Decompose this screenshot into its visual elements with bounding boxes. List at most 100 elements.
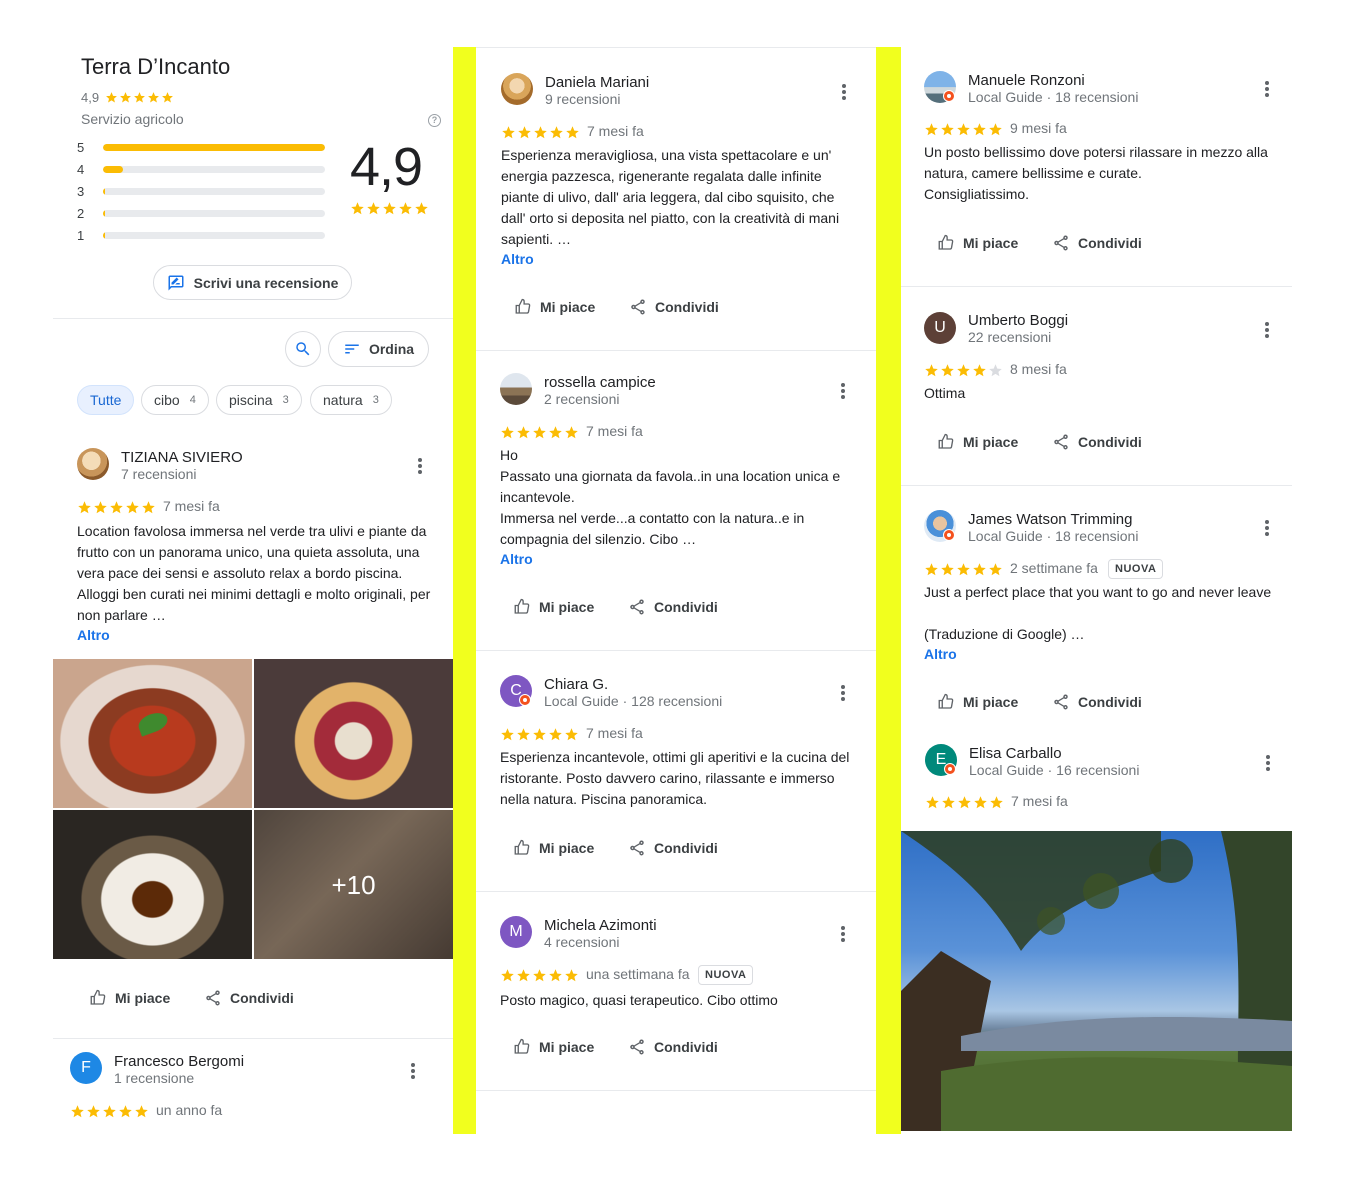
place-rating: 4,9 [81, 90, 100, 105]
share-button[interactable]: Condividi [204, 989, 294, 1007]
more-options-icon[interactable] [418, 458, 422, 474]
like-button[interactable]: Mi piace [89, 989, 170, 1007]
more-options-icon[interactable] [1265, 81, 1269, 97]
review-card: E Elisa Carballo Local Guide · 16 recens… [901, 731, 1292, 1134]
share-button[interactable]: Condividi [1052, 433, 1142, 451]
like-button[interactable]: Mi piace [937, 433, 1018, 451]
star-filled-icon [565, 728, 578, 741]
like-button[interactable]: Mi piace [937, 234, 1018, 252]
filter-chip-piscina[interactable]: piscina 3 [216, 385, 302, 415]
star-filled-icon [926, 796, 939, 809]
review-text: Location favolosa immersa nel verde tra … [77, 523, 431, 623]
review-card: rossella campice 2 recensioni 7 mesi fa … [476, 351, 876, 651]
share-button[interactable]: Condividi [1052, 234, 1142, 252]
review-text: Un posto bellissimo dove potersi rilassa… [924, 144, 1268, 202]
more-options-icon[interactable] [1266, 755, 1270, 771]
like-button[interactable]: Mi piace [514, 298, 595, 316]
review-date: 7 mesi fa [1011, 793, 1068, 809]
like-button[interactable]: Mi piace [513, 598, 594, 616]
histogram-label: 3 [77, 184, 85, 199]
reviewer-name[interactable]: James Watson Trimming [968, 511, 1132, 528]
reviewer-avatar[interactable] [500, 373, 532, 405]
like-label: Mi piace [963, 235, 1019, 251]
star-filled-icon [533, 969, 546, 982]
place-title: Terra D’Incanto [81, 54, 231, 79]
histogram-label: 5 [77, 140, 85, 155]
share-button[interactable]: Condividi [629, 298, 719, 316]
share-label: Condividi [654, 1039, 718, 1055]
rating-big: 4,9 [350, 137, 423, 197]
reviewer-name[interactable]: Elisa Carballo [969, 745, 1062, 762]
filter-chip-count: 3 [282, 394, 289, 406]
write-review-icon [168, 275, 184, 290]
review-photo[interactable] [901, 831, 1292, 1131]
review-photo[interactable]: +10 [254, 810, 453, 959]
reviewer-name[interactable]: Manuele Ronzoni [968, 72, 1085, 89]
reviews-panel-right: Manuele Ronzoni Local Guide · 18 recensi… [901, 47, 1292, 1134]
reviewer-name[interactable]: Michela Azimonti [544, 917, 657, 934]
like-label: Mi piace [963, 434, 1019, 450]
star-filled-icon [957, 563, 970, 576]
reviewer-review-count: Local Guide · 128 recensioni [544, 693, 723, 709]
like-button[interactable]: Mi piace [513, 839, 594, 857]
reviewer-avatar[interactable]: M [500, 916, 532, 948]
more-options-icon[interactable] [842, 84, 846, 100]
review-photo[interactable] [53, 659, 252, 808]
review-text: Ottima [924, 385, 966, 401]
help-icon[interactable]: ? [428, 114, 441, 127]
filter-chip-tutte[interactable]: Tutte [77, 385, 135, 415]
review-stars [925, 795, 1004, 810]
more-options-icon[interactable] [411, 1063, 415, 1079]
review-photo[interactable] [254, 659, 453, 808]
reviewer-name[interactable]: Umberto Boggi [968, 312, 1068, 329]
histogram-row[interactable]: 4 [77, 162, 325, 177]
star-filled-icon [518, 126, 531, 139]
share-button[interactable]: Condividi [628, 598, 718, 616]
star-filled-icon [549, 426, 562, 439]
read-more-link[interactable]: Altro [500, 551, 533, 567]
sort-button[interactable]: Ordina [328, 331, 429, 367]
share-button[interactable]: Condividi [1052, 693, 1142, 711]
reviewer-name[interactable]: Francesco Bergomi [114, 1053, 244, 1070]
share-icon [631, 299, 645, 315]
reviewer-name[interactable]: TIZIANA SIVIERO [121, 449, 243, 466]
reviewer-avatar[interactable] [501, 73, 533, 105]
reviewer-avatar[interactable]: F [70, 1052, 102, 1084]
read-more-link[interactable]: Altro [501, 251, 534, 267]
review-photo[interactable] [53, 810, 252, 959]
place-category: Servizio agricolo [81, 111, 184, 127]
search-reviews-button[interactable] [285, 331, 321, 367]
read-more-link[interactable]: Altro [77, 627, 110, 643]
histogram-row[interactable]: 2 [77, 206, 325, 221]
reviewer-avatar[interactable]: U [924, 312, 956, 344]
more-options-icon[interactable] [841, 926, 845, 942]
histogram-bar [103, 166, 325, 173]
like-button[interactable]: Mi piace [513, 1038, 594, 1056]
histogram-row[interactable]: 3 [77, 184, 325, 199]
more-options-icon[interactable] [841, 685, 845, 701]
reviewer-name[interactable]: Daniela Mariani [545, 74, 649, 91]
read-more-link[interactable]: Altro [924, 646, 957, 662]
star-filled-icon [549, 969, 562, 982]
star-filled-icon [119, 1105, 132, 1118]
histogram-bar [103, 144, 325, 151]
review-date: 7 mesi fa [586, 423, 643, 439]
reviewer-avatar[interactable] [77, 448, 109, 480]
like-button[interactable]: Mi piace [937, 693, 1018, 711]
reviewer-name[interactable]: rossella campice [544, 374, 656, 391]
star-filled-icon [533, 728, 546, 741]
histogram-row[interactable]: 1 [77, 228, 325, 243]
histogram-row[interactable]: 5 [77, 140, 325, 155]
more-options-icon[interactable] [1265, 520, 1269, 536]
filter-chip-natura[interactable]: natura 3 [310, 385, 392, 415]
reviewer-name[interactable]: Chiara G. [544, 676, 608, 693]
review-stars [500, 425, 579, 440]
more-options-icon[interactable] [841, 383, 845, 399]
write-review-button[interactable]: Scrivi una recensione [153, 265, 352, 300]
more-options-icon[interactable] [1265, 322, 1269, 338]
filter-chip-cibo[interactable]: cibo 4 [141, 385, 209, 415]
thumb-up-icon [514, 598, 530, 614]
star-filled-icon [989, 563, 1002, 576]
share-button[interactable]: Condividi [628, 1038, 718, 1056]
share-button[interactable]: Condividi [628, 839, 718, 857]
